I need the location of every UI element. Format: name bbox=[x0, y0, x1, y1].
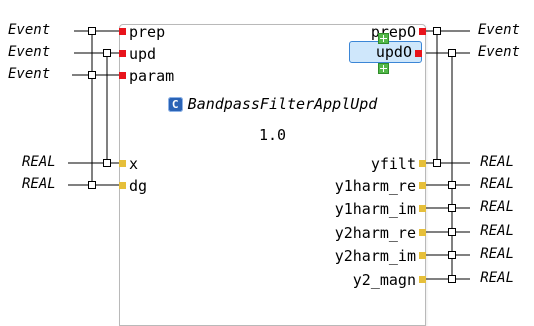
external-input-type: Event bbox=[8, 22, 51, 38]
add-connection-icon[interactable] bbox=[378, 63, 389, 74]
output-pin-y2harm-re[interactable]: y2harm_re bbox=[334, 224, 426, 242]
data-pin-marker bbox=[119, 182, 126, 189]
block-type-title: C BandpassFilterApplUpd bbox=[120, 95, 425, 113]
external-input-type: Event bbox=[8, 44, 51, 60]
external-output-type: REAL bbox=[480, 270, 514, 286]
input-pin-dg[interactable]: dg bbox=[119, 177, 148, 195]
data-pin-marker bbox=[419, 252, 426, 259]
data-pin-marker bbox=[419, 182, 426, 189]
pin-label: x bbox=[129, 155, 139, 173]
external-input-type: REAL bbox=[22, 154, 56, 170]
output-pin-y1harm-re[interactable]: y1harm_re bbox=[334, 177, 426, 195]
external-output-type: REAL bbox=[480, 223, 514, 239]
data-pin-marker bbox=[419, 205, 426, 212]
event-pin-marker bbox=[119, 72, 126, 79]
pin-label: param bbox=[129, 67, 175, 85]
output-pin-y2-magn[interactable]: y2_magn bbox=[352, 271, 426, 289]
pin-label: y2harm_re bbox=[334, 224, 416, 242]
external-output-type: REAL bbox=[480, 246, 514, 262]
external-input-type: Event bbox=[8, 66, 51, 82]
event-pin-marker bbox=[119, 50, 126, 57]
pin-label: prep bbox=[129, 23, 166, 41]
event-pin-marker bbox=[119, 28, 126, 35]
pin-label: y1harm_im bbox=[334, 200, 416, 218]
pin-label: y1harm_re bbox=[334, 177, 416, 195]
input-pin-x[interactable]: x bbox=[119, 155, 139, 173]
pin-label: y2harm_im bbox=[334, 247, 416, 265]
output-pin-y2harm-im[interactable]: y2harm_im bbox=[334, 247, 426, 265]
add-connection-icon[interactable] bbox=[378, 33, 389, 44]
pin-label: yfilt bbox=[370, 155, 416, 173]
output-pin-y1harm-im[interactable]: y1harm_im bbox=[334, 200, 426, 218]
pin-label: upd bbox=[129, 45, 157, 63]
pin-label: y2_magn bbox=[352, 271, 416, 289]
output-pin-updO-selected[interactable]: updO bbox=[349, 41, 422, 63]
input-pin-prep[interactable]: prep bbox=[119, 23, 166, 41]
external-input-type: REAL bbox=[22, 176, 56, 192]
data-pin-marker bbox=[419, 229, 426, 236]
data-pin-marker bbox=[119, 160, 126, 167]
input-pin-param[interactable]: param bbox=[119, 67, 175, 85]
data-pin-marker bbox=[419, 160, 426, 167]
external-output-type: REAL bbox=[480, 199, 514, 215]
event-pin-marker bbox=[415, 50, 422, 57]
external-output-type: REAL bbox=[480, 154, 514, 170]
block-type-name: BandpassFilterApplUpd bbox=[187, 95, 378, 113]
external-output-type: Event bbox=[477, 44, 520, 60]
class-type-icon: C bbox=[167, 97, 183, 112]
external-output-type: Event bbox=[477, 22, 520, 38]
pin-label: dg bbox=[129, 177, 148, 195]
data-pin-marker bbox=[419, 276, 426, 283]
input-pin-upd[interactable]: upd bbox=[119, 45, 157, 63]
pin-label: updO bbox=[375, 43, 412, 61]
external-output-type: REAL bbox=[480, 176, 514, 192]
event-pin-marker bbox=[419, 28, 426, 35]
block-version: 1.0 bbox=[258, 126, 287, 144]
output-pin-yfilt[interactable]: yfilt bbox=[370, 155, 426, 173]
